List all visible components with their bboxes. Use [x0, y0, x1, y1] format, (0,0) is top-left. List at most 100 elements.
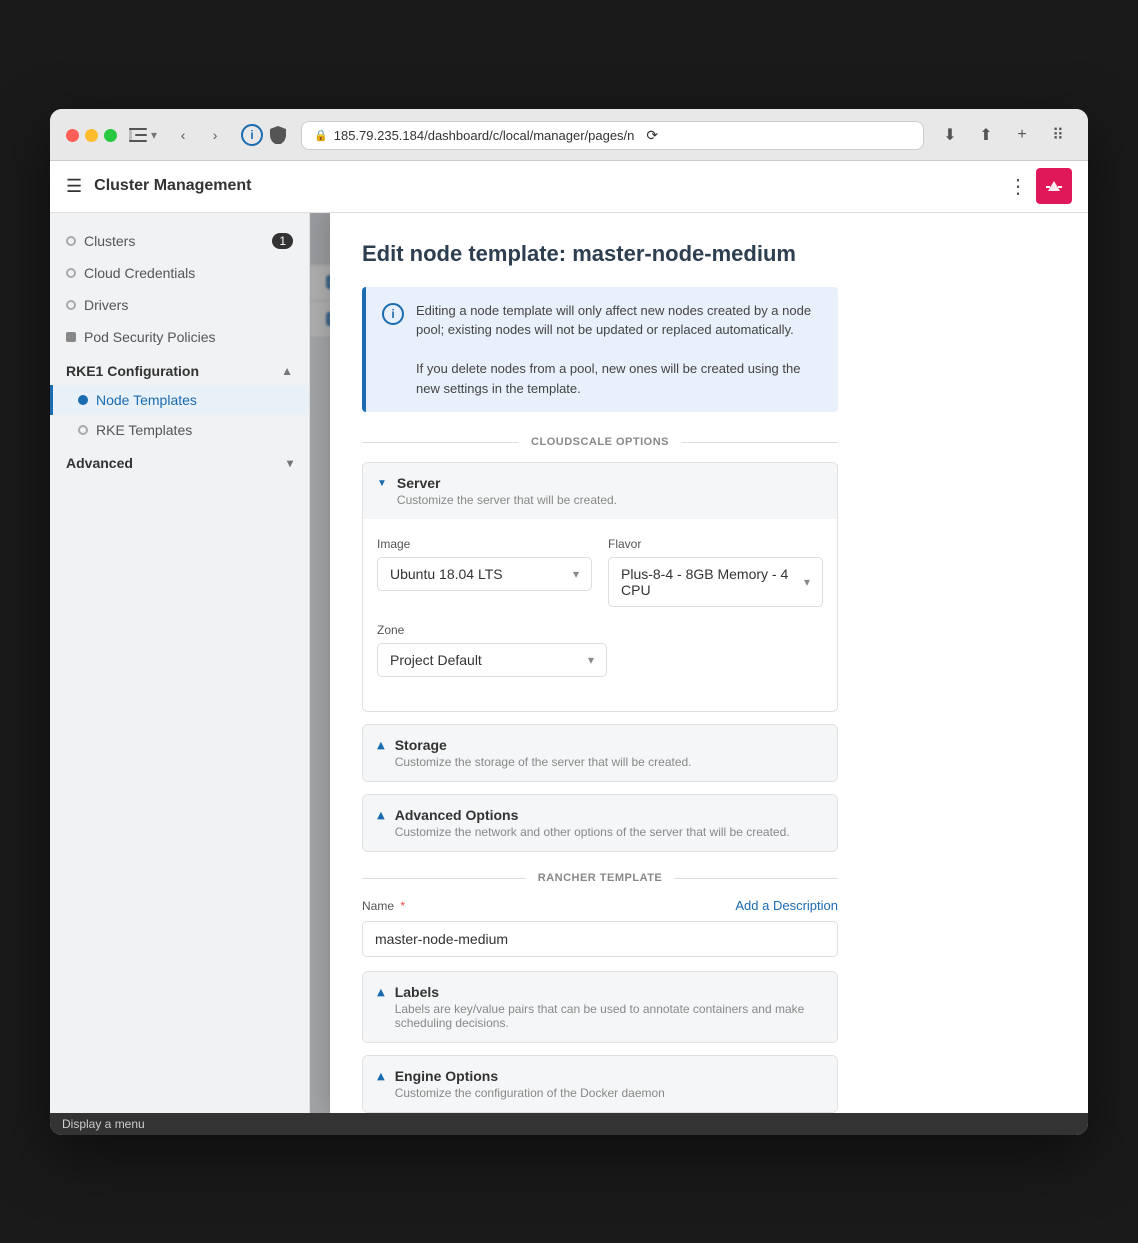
info-text: Editing a node template will only affect…: [416, 301, 822, 399]
rancher-section-divider: RANCHER TEMPLATE: [362, 872, 838, 884]
engine-options-accordion-header[interactable]: ▶ Engine Options Customize the configura…: [363, 1056, 837, 1112]
center-content: 🗑 Delete ✓ State Owner: D ✓ Activ: [310, 213, 1088, 1113]
status-bar: Display a menu: [50, 1113, 1088, 1135]
drivers-icon: [66, 300, 76, 310]
sidebar-item-pod-security[interactable]: Pod Security Policies: [50, 321, 309, 353]
sidebar-item-node-templates[interactable]: Node Templates: [50, 385, 309, 415]
flavor-select[interactable]: Plus-8-4 - 8GB Memory - 4 CPU ▾: [608, 557, 823, 607]
node-templates-icon: [78, 395, 88, 405]
hamburger-menu[interactable]: ☰: [66, 176, 82, 197]
sidebar-rke-templates-label: RKE Templates: [96, 422, 192, 438]
labels-accordion-header[interactable]: ▶ Labels Labels are key/value pairs that…: [363, 972, 837, 1042]
advanced-options-title: Advanced Options: [395, 807, 790, 823]
address-bar[interactable]: 🔒 185.79.235.184/dashboard/c/local/manag…: [301, 121, 924, 150]
advanced-section-label: Advanced: [66, 455, 133, 471]
zone-row: Zone Project Default ▾: [377, 623, 823, 677]
cloud-credentials-icon: [66, 268, 76, 278]
sidebar-item-cloud-credentials[interactable]: Cloud Credentials: [50, 257, 309, 289]
sidebar-item-rke-templates[interactable]: RKE Templates: [50, 415, 309, 445]
sidebar-pod-security-label: Pod Security Policies: [84, 329, 216, 345]
flavor-chevron-icon: ▾: [804, 575, 810, 589]
advanced-options-accordion-header[interactable]: ▶ Advanced Options Customize the network…: [363, 795, 837, 851]
lock-icon: 🔒: [314, 129, 328, 142]
zone-select[interactable]: Project Default ▾: [377, 643, 607, 677]
labels-arrow-icon: ▶: [375, 989, 386, 997]
sidebar-toggle-button[interactable]: ▾: [129, 128, 157, 142]
flavor-group: Flavor Plus-8-4 - 8GB Memory - 4 CPU ▾: [608, 537, 823, 607]
share-icon[interactable]: ⬆: [972, 121, 1000, 149]
rancher-logo: [1036, 168, 1072, 204]
required-star: *: [400, 899, 405, 913]
refresh-icon[interactable]: ⟳: [646, 127, 658, 144]
server-accordion-header[interactable]: ▼ Server Customize the server that will …: [363, 463, 837, 519]
pod-security-icon: [66, 332, 76, 342]
storage-title: Storage: [395, 737, 692, 753]
labels-title: Labels: [395, 984, 823, 1000]
url-text: 185.79.235.184/dashboard/c/local/manager…: [334, 128, 635, 143]
storage-accordion-header[interactable]: ▶ Storage Customize the storage of the s…: [363, 725, 837, 781]
grid-icon[interactable]: ⠿: [1044, 121, 1072, 149]
storage-arrow-icon: ▶: [375, 742, 386, 750]
edit-node-template-modal: Edit node template: master-node-medium i…: [330, 213, 1088, 1113]
server-subtitle: Customize the server that will be create…: [397, 493, 617, 507]
app-title: Cluster Management: [94, 177, 251, 195]
rke1-section-header[interactable]: RKE1 Configuration ▲: [50, 353, 309, 385]
sidebar-drivers-label: Drivers: [84, 297, 128, 313]
engine-options-subtitle: Customize the configuration of the Docke…: [395, 1086, 665, 1100]
zone-group: Zone Project Default ▾: [377, 623, 607, 677]
storage-accordion: ▶ Storage Customize the storage of the s…: [362, 724, 838, 782]
info-icon: i: [382, 303, 404, 325]
more-options-button[interactable]: ⋮: [1008, 174, 1028, 199]
image-value: Ubuntu 18.04 LTS: [390, 566, 503, 582]
image-select[interactable]: Ubuntu 18.04 LTS ▾: [377, 557, 592, 591]
zone-label: Zone: [377, 623, 607, 637]
rke-templates-icon: [78, 425, 88, 435]
engine-options-title: Engine Options: [395, 1068, 665, 1084]
app-header: ☰ Cluster Management ⋮: [50, 161, 1088, 213]
forward-button[interactable]: ›: [201, 121, 229, 149]
sidebar-node-templates-label: Node Templates: [96, 392, 197, 408]
browser-actions: ⬇ ⬆ + ⠿: [936, 121, 1072, 149]
advanced-section-header[interactable]: Advanced ▾: [50, 445, 309, 477]
engine-options-arrow-icon: ▶: [375, 1073, 386, 1081]
labels-accordion: ▶ Labels Labels are key/value pairs that…: [362, 971, 838, 1043]
cloudscale-section-divider: CLOUDSCALE OPTIONS: [362, 436, 838, 448]
nav-arrows: ‹ ›: [169, 121, 229, 149]
info-box: i Editing a node template will only affe…: [362, 287, 838, 413]
flavor-value: Plus-8-4 - 8GB Memory - 4 CPU: [621, 566, 804, 598]
engine-options-accordion: ▶ Engine Options Customize the configura…: [362, 1055, 838, 1113]
flavor-label: Flavor: [608, 537, 823, 551]
info-security-icon: i: [241, 124, 263, 146]
security-icons: i: [241, 124, 289, 146]
clusters-icon: [66, 236, 76, 246]
advanced-options-accordion: ▶ Advanced Options Customize the network…: [362, 794, 838, 852]
minimize-button[interactable]: [85, 129, 98, 142]
close-button[interactable]: [66, 129, 79, 142]
sidebar-clusters-label: Clusters: [84, 233, 135, 249]
zone-chevron-icon: ▾: [588, 653, 594, 667]
maximize-button[interactable]: [104, 129, 117, 142]
shield-icon: [267, 124, 289, 146]
server-arrow-icon: ▼: [377, 478, 387, 489]
download-icon[interactable]: ⬇: [936, 121, 964, 149]
new-tab-icon[interactable]: +: [1008, 121, 1036, 149]
server-title: Server: [397, 475, 617, 491]
back-button[interactable]: ‹: [169, 121, 197, 149]
name-input[interactable]: [362, 921, 838, 957]
image-flavor-row: Image Ubuntu 18.04 LTS ▾ Flavor: [377, 537, 823, 607]
sidebar-item-clusters[interactable]: Clusters 1: [50, 225, 309, 257]
name-field-header: Name * Add a Description: [362, 898, 838, 913]
add-description-link[interactable]: Add a Description: [735, 898, 838, 913]
clusters-count: 1: [272, 233, 293, 249]
rke1-chevron-icon: ▲: [281, 364, 293, 378]
sidebar-item-drivers[interactable]: Drivers: [50, 289, 309, 321]
labels-subtitle: Labels are key/value pairs that can be u…: [395, 1002, 823, 1030]
advanced-chevron-icon: ▾: [287, 456, 293, 470]
name-label: Name *: [362, 899, 405, 913]
sidebar: Clusters 1 Cloud Credentials Drivers Pod…: [50, 213, 310, 1113]
modal-title: Edit node template: master-node-medium: [362, 241, 838, 267]
server-accordion: ▼ Server Customize the server that will …: [362, 462, 838, 712]
main-content: Clusters 1 Cloud Credentials Drivers Pod…: [50, 213, 1088, 1113]
status-text: Display a menu: [62, 1117, 145, 1131]
rancher-section-label: RANCHER TEMPLATE: [538, 872, 663, 884]
